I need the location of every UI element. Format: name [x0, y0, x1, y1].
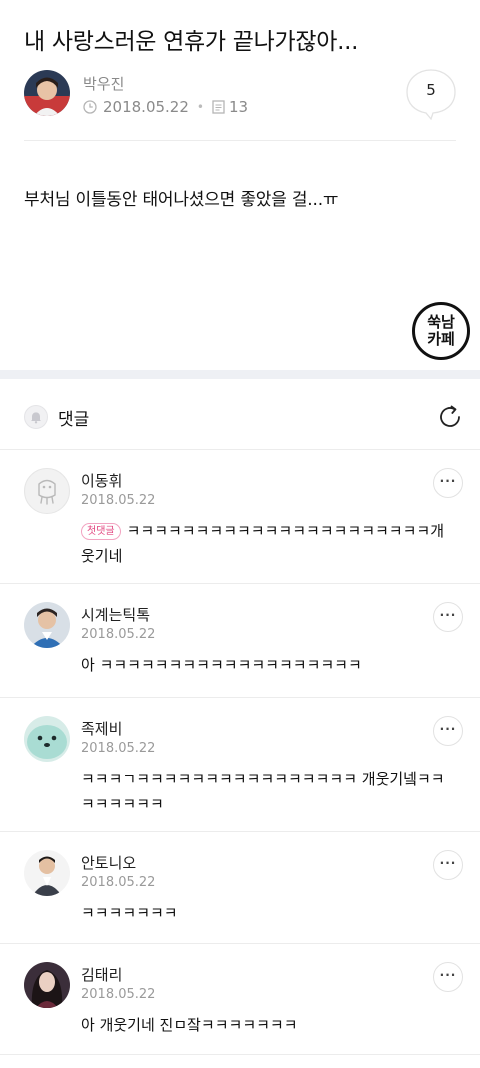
- avatar[interactable]: [24, 850, 70, 896]
- comment-text: 첫댓글 ㅋㅋㅋㅋㅋㅋㅋㅋㅋㅋㅋㅋㅋㅋㅋㅋㅋㅋㅋㅋㅋㅋ개웃기네: [81, 519, 452, 569]
- avatar[interactable]: [24, 716, 70, 762]
- author-name[interactable]: 박우진: [83, 73, 124, 94]
- first-comment-badge: 첫댓글: [81, 523, 121, 540]
- comment-body: ㅋㅋㅋㅋㅋㅋㅋㅋㅋㅋㅋㅋㅋㅋㅋㅋㅋㅋㅋㅋㅋㅋ개웃기네: [81, 522, 445, 565]
- comments-label: 댓글: [58, 410, 90, 430]
- comment-item: 시계는틱톡 2018.05.22 ··· 아 ㅋㅋㅋㅋㅋㅋㅋㅋㅋㅋㅋㅋㅋㅋㅋㅋㅋ…: [0, 584, 480, 698]
- view-count: 13: [228, 98, 249, 116]
- comment-author[interactable]: 시계는틱톡: [81, 604, 150, 625]
- avatar[interactable]: [24, 602, 70, 648]
- divider: [24, 140, 456, 141]
- comment-date: 2018.05.22: [81, 741, 156, 756]
- post-title: 내 사랑스러운 연휴가 끝나가잖아...: [24, 29, 359, 55]
- comment-item: 김태리 2018.05.22 ··· 아 개웃기네 진ㅁ잨ㅋㅋㅋㅋㅋㅋㅋ: [0, 944, 480, 1055]
- meta-separator: •: [196, 100, 204, 114]
- comment-author[interactable]: 김태리: [81, 964, 122, 985]
- comment-body: 아 개웃기네 진ㅁ잨ㅋㅋㅋㅋㅋㅋㅋ: [81, 1016, 298, 1034]
- bell-icon[interactable]: [24, 405, 48, 429]
- comment-author[interactable]: 족제비: [81, 718, 122, 739]
- more-icon[interactable]: ···: [433, 850, 463, 880]
- post-meta: 2018.05.22 • 13: [83, 98, 248, 116]
- comment-count-button[interactable]: 5: [405, 68, 457, 121]
- comment-date: 2018.05.22: [81, 493, 156, 508]
- comment-author[interactable]: 안토니오: [81, 852, 136, 873]
- comment-item: 안토니오 2018.05.22 ··· ㅋㅋㅋㅋㅋㅋㅋ: [0, 832, 480, 944]
- comment-body: ㅋㅋㅋㄱㅋㅋㅋㅋㅋㅋㅋㅋㅋㅋㅋㅋㅋㅋㅋㅋ 개웃기넼ㅋㅋㅋㅋㅋㅋㅋㅋ: [81, 770, 445, 813]
- avatar[interactable]: [24, 468, 70, 514]
- comments-header: 댓글: [0, 379, 480, 450]
- avatar[interactable]: [24, 962, 70, 1008]
- more-icon[interactable]: ···: [433, 716, 463, 746]
- watermark-line-1: 쑥남: [427, 313, 455, 331]
- comment-item: 족제비 2018.05.22 ··· ㅋㅋㅋㄱㅋㅋㅋㅋㅋㅋㅋㅋㅋㅋㅋㅋㅋㅋㅋㅋ …: [0, 698, 480, 832]
- more-icon[interactable]: ···: [433, 962, 463, 992]
- comment-count: 5: [426, 81, 436, 99]
- comment-body: ㅋㅋㅋㅋㅋㅋㅋ: [81, 904, 178, 922]
- comment-item: 이동휘 2018.05.22 ··· 첫댓글 ㅋㅋㅋㅋㅋㅋㅋㅋㅋㅋㅋㅋㅋㅋㅋㅋㅋㅋ…: [0, 450, 480, 584]
- clock-icon: [83, 100, 97, 114]
- post-body: 부처님 이틀동안 태어나셨으면 좋았을 걸...ㅠ: [24, 190, 339, 210]
- section-band: [0, 370, 480, 379]
- watermark-logo: 쑥남 카페: [412, 302, 470, 360]
- refresh-icon[interactable]: [436, 403, 464, 431]
- comment-date: 2018.05.22: [81, 987, 156, 1002]
- more-icon[interactable]: ···: [433, 602, 463, 632]
- watermark-line-2: 카페: [427, 330, 455, 348]
- author-avatar[interactable]: [24, 70, 70, 116]
- document-icon: [212, 100, 225, 114]
- comment-date: 2018.05.22: [81, 627, 156, 642]
- post-date: 2018.05.22: [103, 98, 189, 116]
- comment-body: 아 ㅋㅋㅋㅋㅋㅋㅋㅋㅋㅋㅋㅋㅋㅋㅋㅋㅋㅋㅋ: [81, 656, 362, 674]
- comment-author[interactable]: 이동휘: [81, 470, 122, 491]
- more-icon[interactable]: ···: [433, 468, 463, 498]
- comment-date: 2018.05.22: [81, 875, 156, 890]
